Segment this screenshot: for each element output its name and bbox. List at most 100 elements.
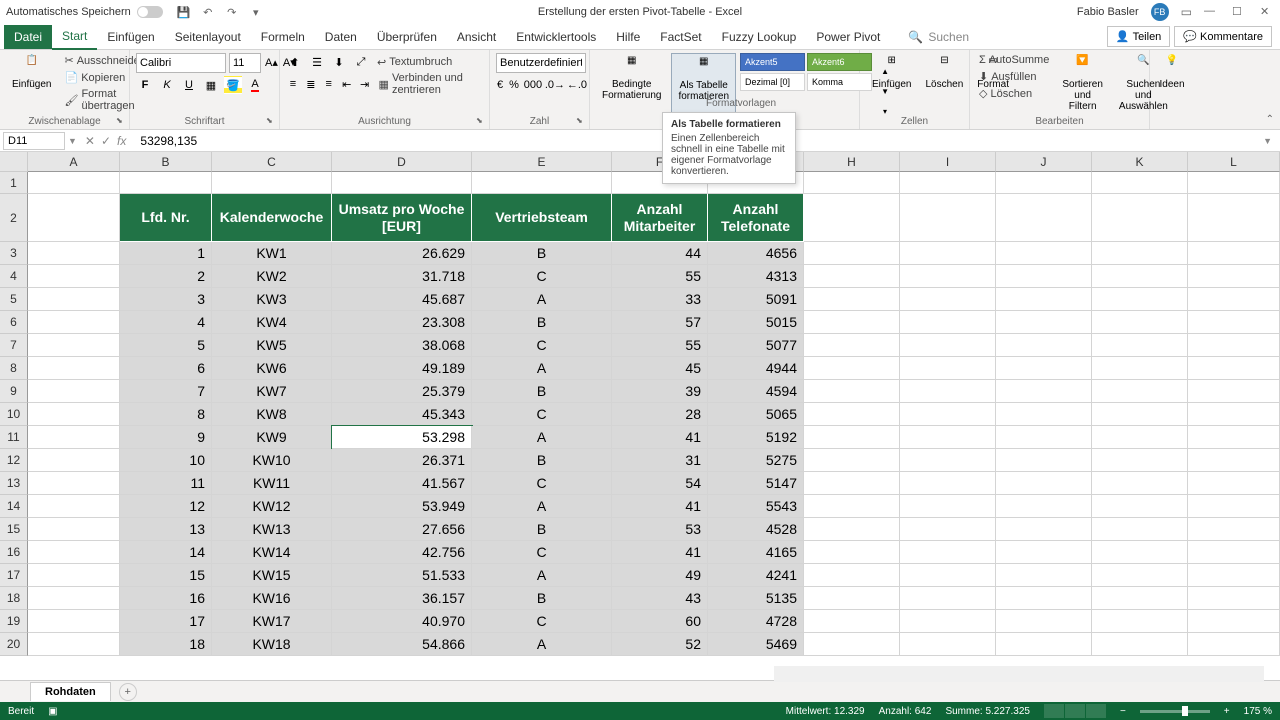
table-cell[interactable]: 40.970 xyxy=(332,610,472,633)
cell[interactable] xyxy=(1092,265,1188,288)
cell[interactable] xyxy=(996,288,1092,311)
tab-view[interactable]: Ansicht xyxy=(447,25,506,49)
row-head[interactable]: 12 xyxy=(0,449,28,472)
cell[interactable] xyxy=(28,265,120,288)
cell[interactable] xyxy=(28,472,120,495)
comma-icon[interactable]: 000 xyxy=(524,76,542,94)
share-button[interactable]: 👤Teilen xyxy=(1107,26,1170,47)
cell[interactable] xyxy=(804,633,900,656)
table-cell[interactable]: C xyxy=(472,265,612,288)
table-cell[interactable]: KW6 xyxy=(212,357,332,380)
row-head[interactable]: 11 xyxy=(0,426,28,449)
col-B[interactable]: B xyxy=(120,152,212,172)
col-A[interactable]: A xyxy=(28,152,120,172)
table-cell[interactable]: C xyxy=(472,610,612,633)
tab-pivot[interactable]: Power Pivot xyxy=(806,25,890,49)
table-cell[interactable]: 11 xyxy=(120,472,212,495)
table-cell[interactable]: 8 xyxy=(120,403,212,426)
table-cell[interactable]: 4594 xyxy=(708,380,804,403)
table-cell[interactable]: 45.343 xyxy=(332,403,472,426)
cell[interactable] xyxy=(996,380,1092,403)
undo-icon[interactable]: ↶ xyxy=(201,5,215,19)
col-K[interactable]: K xyxy=(1092,152,1188,172)
tab-formulas[interactable]: Formeln xyxy=(251,25,315,49)
table-cell[interactable]: 4165 xyxy=(708,541,804,564)
tab-review[interactable]: Überprüfen xyxy=(367,25,447,49)
cell[interactable] xyxy=(996,449,1092,472)
font-size-select[interactable] xyxy=(229,53,261,73)
table-cell[interactable]: 2 xyxy=(120,265,212,288)
cell[interactable] xyxy=(28,564,120,587)
italic-button[interactable]: K xyxy=(158,76,176,94)
cell[interactable] xyxy=(28,426,120,449)
cell[interactable] xyxy=(996,518,1092,541)
cell[interactable] xyxy=(1188,472,1280,495)
cell[interactable] xyxy=(804,426,900,449)
row-head[interactable]: 3 xyxy=(0,242,28,265)
cell[interactable] xyxy=(804,288,900,311)
cell[interactable] xyxy=(996,403,1092,426)
table-cell[interactable]: 60 xyxy=(612,610,708,633)
cell[interactable] xyxy=(28,541,120,564)
row-head[interactable]: 6 xyxy=(0,311,28,334)
inc-decimal-icon[interactable]: .0→ xyxy=(546,76,564,94)
font-color-button[interactable]: A xyxy=(246,76,264,94)
table-cell[interactable]: B xyxy=(472,311,612,334)
cell[interactable] xyxy=(804,449,900,472)
cell[interactable] xyxy=(900,426,996,449)
table-cell[interactable]: 5135 xyxy=(708,587,804,610)
table-cell[interactable]: A xyxy=(472,357,612,380)
cell[interactable] xyxy=(1092,564,1188,587)
currency-icon[interactable]: € xyxy=(496,76,504,94)
table-cell[interactable]: 5015 xyxy=(708,311,804,334)
table-cell[interactable]: 38.068 xyxy=(332,334,472,357)
table-cell[interactable]: 53 xyxy=(612,518,708,541)
cell[interactable] xyxy=(996,495,1092,518)
cell[interactable] xyxy=(1188,495,1280,518)
select-all-corner[interactable] xyxy=(0,152,28,172)
table-cell[interactable]: 55 xyxy=(612,334,708,357)
tab-fuzzy[interactable]: Fuzzy Lookup xyxy=(712,25,807,49)
cell[interactable] xyxy=(804,334,900,357)
cell[interactable] xyxy=(1092,449,1188,472)
cell[interactable] xyxy=(996,610,1092,633)
table-cell[interactable]: 7 xyxy=(120,380,212,403)
table-cell[interactable]: KW4 xyxy=(212,311,332,334)
cell[interactable] xyxy=(1092,541,1188,564)
table-cell[interactable]: C xyxy=(472,541,612,564)
table-cell[interactable]: 17 xyxy=(120,610,212,633)
table-header[interactable]: Umsatz pro Woche [EUR] xyxy=(332,194,472,242)
table-cell[interactable]: 10 xyxy=(120,449,212,472)
table-cell[interactable]: 4944 xyxy=(708,357,804,380)
align-top-icon[interactable]: ⬆ xyxy=(286,53,304,71)
table-cell[interactable]: KW13 xyxy=(212,518,332,541)
cell[interactable] xyxy=(1188,334,1280,357)
row-head[interactable]: 20 xyxy=(0,633,28,656)
border-button[interactable]: ▦ xyxy=(202,76,220,94)
cell[interactable] xyxy=(1188,518,1280,541)
table-cell[interactable]: 5091 xyxy=(708,288,804,311)
redo-icon[interactable]: ↷ xyxy=(225,5,239,19)
cell[interactable] xyxy=(996,472,1092,495)
row-head[interactable]: 2 xyxy=(0,194,28,242)
tab-data[interactable]: Daten xyxy=(315,25,367,49)
table-cell[interactable]: 5 xyxy=(120,334,212,357)
indent-inc-icon[interactable]: ⇥ xyxy=(358,75,372,93)
cell[interactable] xyxy=(996,172,1092,194)
table-cell[interactable]: 41 xyxy=(612,495,708,518)
table-cell[interactable]: 27.656 xyxy=(332,518,472,541)
cell[interactable] xyxy=(804,518,900,541)
col-I[interactable]: I xyxy=(900,152,996,172)
cell[interactable] xyxy=(804,172,900,194)
zoom-in-icon[interactable]: + xyxy=(1224,706,1230,717)
table-cell[interactable]: 5275 xyxy=(708,449,804,472)
cell[interactable] xyxy=(996,311,1092,334)
cell[interactable] xyxy=(1188,426,1280,449)
cell[interactable] xyxy=(120,172,212,194)
table-cell[interactable]: 31 xyxy=(612,449,708,472)
table-cell[interactable]: 28 xyxy=(612,403,708,426)
table-cell[interactable]: 4 xyxy=(120,311,212,334)
underline-button[interactable]: U xyxy=(180,76,198,94)
ribbon-display-icon[interactable]: ▭ xyxy=(1181,5,1192,19)
accept-formula-icon[interactable]: ✓ xyxy=(101,134,111,148)
